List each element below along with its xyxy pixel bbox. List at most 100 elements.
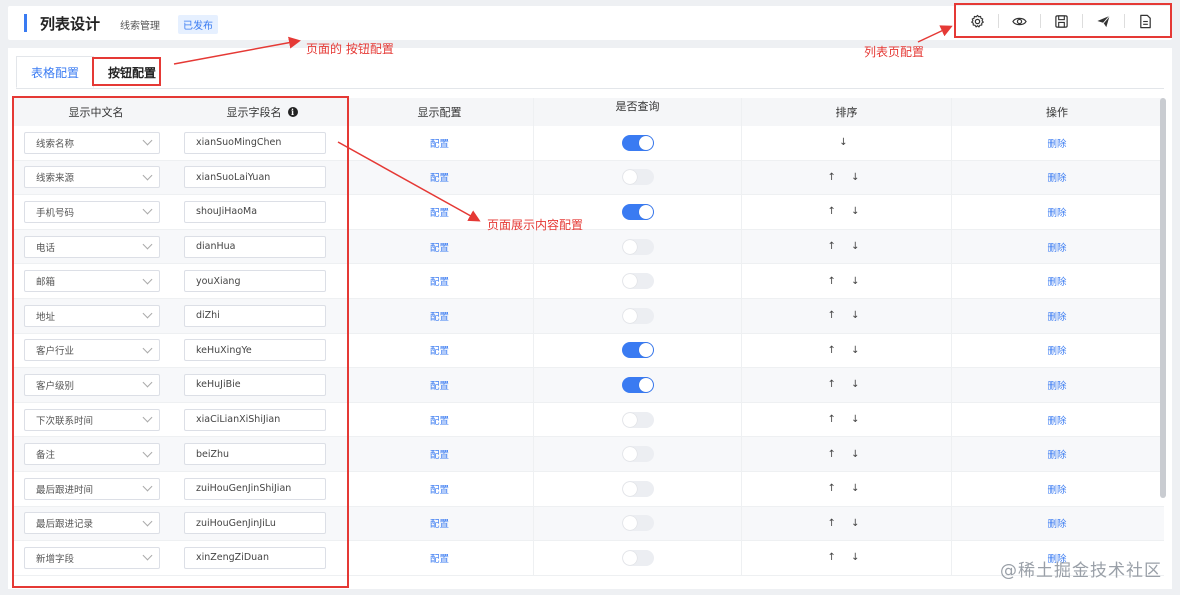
annotation-content-note: 页面展示内容配置 bbox=[487, 218, 584, 232]
sort-arrows[interactable]: ↑ ↓ bbox=[828, 172, 866, 183]
query-toggle[interactable] bbox=[621, 273, 654, 290]
action-cell: 删除 bbox=[952, 378, 1162, 392]
sort-cell: ↑ ↓ bbox=[742, 471, 952, 506]
sort-arrows[interactable]: ↑ ↓ bbox=[828, 345, 866, 356]
sort-cell: ↑ ↓ bbox=[742, 368, 952, 402]
query-toggle[interactable] bbox=[621, 169, 654, 186]
query-toggle[interactable] bbox=[621, 446, 654, 463]
delete-link[interactable]: 删除 bbox=[1047, 378, 1066, 392]
display-config-cell: 配置 bbox=[346, 471, 534, 506]
header-action: 操作 bbox=[1046, 106, 1068, 119]
display-config-cell: 配置 bbox=[346, 126, 534, 160]
sort-arrows[interactable]: ↑ ↓ bbox=[828, 276, 866, 287]
watermark: @稀土掘金技术社区 bbox=[1000, 561, 1162, 581]
sort-arrows[interactable]: ↑ ↓ bbox=[828, 206, 866, 217]
config-link[interactable]: 配置 bbox=[430, 136, 449, 150]
sort-arrows[interactable]: ↑ ↓ bbox=[828, 552, 866, 563]
delete-link[interactable]: 删除 bbox=[1047, 170, 1066, 184]
breadcrumb[interactable]: 线索管理 bbox=[120, 17, 160, 32]
sort-cell: ↑ ↓ bbox=[742, 229, 952, 264]
query-cell bbox=[534, 541, 742, 575]
action-cell: 删除 bbox=[952, 274, 1162, 288]
action-cell: 删除 bbox=[952, 309, 1162, 323]
delete-link[interactable]: 删除 bbox=[1047, 413, 1066, 427]
delete-link[interactable]: 删除 bbox=[1047, 136, 1066, 150]
sort-cell: ↑ ↓ bbox=[742, 333, 952, 368]
annotation-box-button-config bbox=[92, 57, 161, 86]
query-toggle[interactable] bbox=[621, 307, 654, 324]
display-config-cell: 配置 bbox=[346, 506, 534, 541]
query-toggle[interactable] bbox=[621, 376, 654, 393]
display-config-cell: 配置 bbox=[346, 298, 534, 333]
query-toggle[interactable] bbox=[621, 342, 654, 359]
delete-link[interactable]: 删除 bbox=[1047, 205, 1066, 219]
query-toggle[interactable] bbox=[621, 515, 654, 532]
config-link[interactable]: 配置 bbox=[430, 378, 449, 392]
action-cell: 删除 bbox=[952, 516, 1162, 530]
query-toggle[interactable] bbox=[621, 203, 654, 220]
annotation-list-page-note: 列表页配置 bbox=[864, 45, 925, 59]
sort-arrows[interactable]: ↑ ↓ bbox=[828, 379, 866, 390]
action-cell: 删除 bbox=[952, 136, 1162, 150]
config-link[interactable]: 配置 bbox=[430, 170, 449, 184]
query-toggle[interactable] bbox=[621, 549, 654, 566]
delete-link[interactable]: 删除 bbox=[1047, 343, 1066, 357]
action-cell: 删除 bbox=[952, 205, 1162, 219]
display-config-cell: 配置 bbox=[346, 368, 534, 402]
action-cell: 删除 bbox=[952, 240, 1162, 254]
status-badge: 已发布 bbox=[178, 15, 218, 34]
query-toggle[interactable] bbox=[621, 480, 654, 497]
delete-link[interactable]: 删除 bbox=[1047, 274, 1066, 288]
query-cell bbox=[534, 160, 742, 195]
config-link[interactable]: 配置 bbox=[430, 240, 449, 254]
sort-arrows[interactable]: ↑ ↓ bbox=[828, 449, 866, 460]
action-cell: 删除 bbox=[952, 170, 1162, 184]
config-link[interactable]: 配置 bbox=[430, 274, 449, 288]
query-cell bbox=[534, 368, 742, 402]
sort-cell: ↓ bbox=[742, 126, 952, 160]
delete-link[interactable]: 删除 bbox=[1047, 516, 1066, 530]
query-cell bbox=[534, 402, 742, 437]
config-link[interactable]: 配置 bbox=[430, 343, 449, 357]
sort-arrows[interactable]: ↑ ↓ bbox=[828, 310, 866, 321]
config-link[interactable]: 配置 bbox=[430, 516, 449, 530]
header-is-query: 是否查询 bbox=[534, 98, 742, 126]
sort-cell: ↑ ↓ bbox=[742, 195, 952, 229]
delete-link[interactable]: 删除 bbox=[1047, 482, 1066, 496]
query-toggle[interactable] bbox=[621, 411, 654, 428]
query-cell bbox=[534, 126, 742, 160]
sort-arrows[interactable]: ↑ ↓ bbox=[828, 241, 866, 252]
annotation-box-toolbar bbox=[954, 3, 1172, 38]
header-sort: 排序 bbox=[742, 98, 952, 126]
query-cell bbox=[534, 298, 742, 333]
delete-link[interactable]: 删除 bbox=[1047, 309, 1066, 323]
config-link[interactable]: 配置 bbox=[430, 309, 449, 323]
tab-table-config[interactable]: 表格配置 bbox=[16, 56, 95, 88]
config-link[interactable]: 配置 bbox=[430, 205, 449, 219]
display-config-cell: 配置 bbox=[346, 402, 534, 437]
sort-cell: ↑ ↓ bbox=[742, 506, 952, 541]
delete-link[interactable]: 删除 bbox=[1047, 240, 1066, 254]
sort-arrows[interactable]: ↓ bbox=[839, 137, 853, 148]
query-toggle[interactable] bbox=[621, 134, 654, 151]
display-config-cell: 配置 bbox=[346, 160, 534, 195]
title-accent-bar bbox=[24, 14, 27, 32]
config-link[interactable]: 配置 bbox=[430, 482, 449, 496]
config-link[interactable]: 配置 bbox=[430, 551, 449, 565]
query-toggle[interactable] bbox=[621, 238, 654, 255]
config-link[interactable]: 配置 bbox=[430, 447, 449, 461]
sort-arrows[interactable]: ↑ ↓ bbox=[828, 483, 866, 494]
sort-cell: ↑ ↓ bbox=[742, 298, 952, 333]
display-config-cell: 配置 bbox=[346, 229, 534, 264]
display-config-cell: 配置 bbox=[346, 264, 534, 298]
query-cell bbox=[534, 264, 742, 298]
sort-cell: ↑ ↓ bbox=[742, 264, 952, 298]
config-link[interactable]: 配置 bbox=[430, 413, 449, 427]
query-cell bbox=[534, 437, 742, 471]
action-cell: 删除 bbox=[952, 482, 1162, 496]
table-scrollbar[interactable] bbox=[1160, 98, 1166, 498]
sort-arrows[interactable]: ↑ ↓ bbox=[828, 414, 866, 425]
delete-link[interactable]: 删除 bbox=[1047, 447, 1066, 461]
tab-divider bbox=[16, 88, 1164, 89]
sort-arrows[interactable]: ↑ ↓ bbox=[828, 518, 866, 529]
